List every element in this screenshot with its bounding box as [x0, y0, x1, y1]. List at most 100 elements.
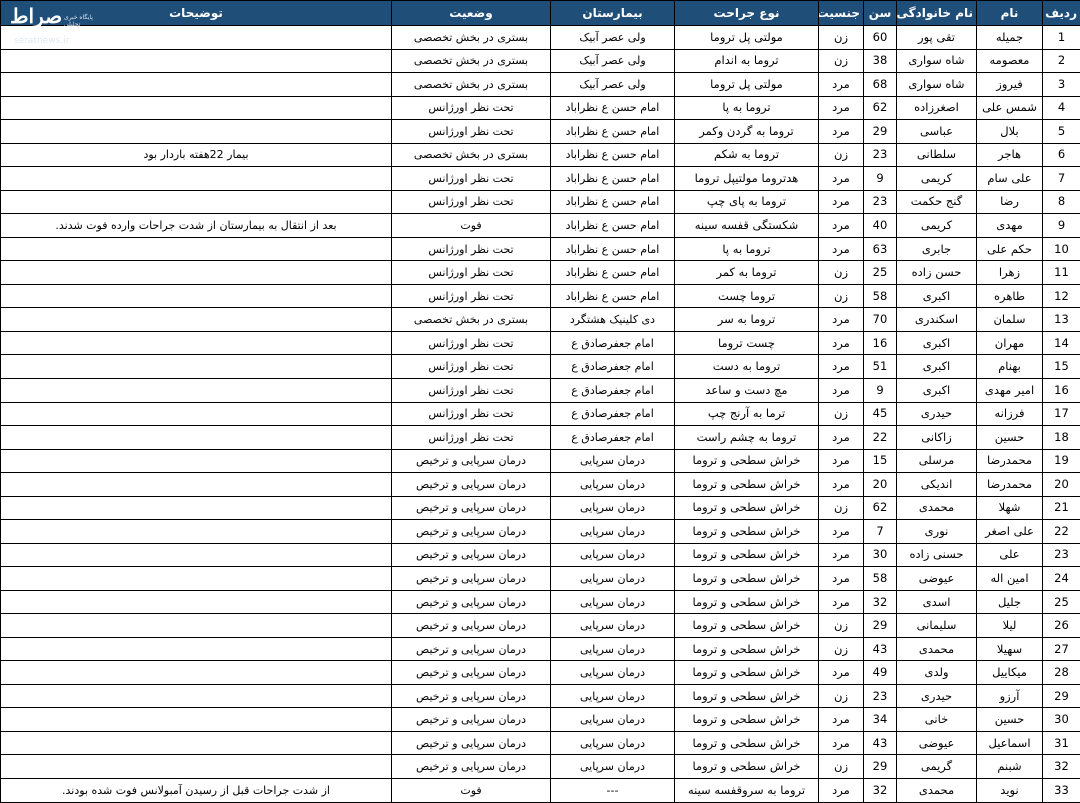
cell-hospital: درمان سرپایی: [550, 683, 675, 709]
cell-status: تحت نظر اورژانس: [391, 425, 551, 450]
cell-hospital: امام حسن ع نظراباد: [550, 236, 675, 262]
cell-row-number: 21: [1042, 495, 1080, 521]
table-row: 8 رضا گنج حکمت 23 مرد تروما به پای چپ امام حسن…: [0, 189, 1080, 215]
cell-injury-type: خراش سطحی و تروما: [674, 660, 819, 685]
cell-notes: [0, 283, 392, 309]
cell-hospital: درمان سرپایی: [550, 495, 675, 521]
cell-age: 23: [863, 142, 897, 168]
cell-status: تحت نظر اورژانس: [391, 377, 551, 403]
cell-last-name: عیوضی: [896, 566, 977, 591]
cell-notes: از شدت جراحات قبل از رسیدن آمبولانس فوت …: [0, 778, 392, 803]
table-row: 30 حسین خانی 34 مرد خراش سطحی و تروما درمان سر…: [0, 707, 1080, 732]
cell-gender: مرد: [818, 119, 864, 144]
cell-injury-type: خراش سطحی و تروما: [674, 754, 819, 779]
cell-gender: مرد: [818, 330, 864, 356]
cell-gender: مرد: [818, 189, 864, 215]
cell-gender: مرد: [818, 448, 864, 474]
table-row: 2 معصومه شاه سواری 38 زن تروما به اندام ولی عص…: [0, 48, 1080, 74]
cell-injury-type: خراش سطحی و تروما: [674, 730, 819, 756]
cell-hospital: درمان سرپایی: [550, 613, 675, 638]
cell-hospital: ولی عصر آبیک: [550, 48, 675, 74]
cell-gender: مرد: [818, 425, 864, 450]
cell-age: 34: [863, 707, 897, 732]
table-row: 24 امین اله عیوضی 58 مرد خراش سطحی و تروما درم…: [0, 566, 1080, 591]
cell-row-number: 14: [1042, 330, 1080, 356]
cell-notes: [0, 636, 392, 662]
cell-last-name: اسدی: [896, 589, 977, 615]
cell-row-number: 4: [1042, 95, 1080, 121]
cell-last-name: محمدی: [896, 636, 977, 662]
cell-row-number: 23: [1042, 542, 1080, 568]
cell-gender: زن: [818, 636, 864, 662]
cell-first-name: هاجر: [976, 142, 1043, 168]
cell-last-name: اصغرزاده: [896, 95, 977, 121]
cell-last-name: محمدی: [896, 495, 977, 521]
header-status: وضعیت: [391, 0, 551, 26]
cell-hospital: ولی عصر آبیک: [550, 25, 675, 50]
cell-hospital: امام حسن ع نظراباد: [550, 166, 675, 191]
cell-age: 62: [863, 495, 897, 521]
cell-notes: [0, 754, 392, 779]
cell-last-name: حیدری: [896, 683, 977, 709]
cell-age: 20: [863, 472, 897, 497]
cell-last-name: خانی: [896, 707, 977, 732]
cell-injury-type: تروما به پای چپ: [674, 189, 819, 215]
cell-gender: زن: [818, 48, 864, 74]
cell-gender: زن: [818, 283, 864, 309]
cell-row-number: 33: [1042, 778, 1080, 803]
cell-first-name: حسین: [976, 425, 1043, 450]
cell-notes: [0, 330, 392, 356]
cell-hospital: امام حسن ع نظراباد: [550, 119, 675, 144]
cell-first-name: سهیلا: [976, 636, 1043, 662]
cell-hospital: امام حسن ع نظراباد: [550, 260, 675, 285]
cell-age: 29: [863, 119, 897, 144]
cell-hospital: درمان سرپایی: [550, 730, 675, 756]
cell-notes: [0, 660, 392, 685]
cell-last-name: تقی پور: [896, 25, 977, 50]
cell-last-name: ولدی: [896, 660, 977, 685]
cell-injury-type: تروما به گردن وکمر: [674, 119, 819, 144]
cell-last-name: شاه سواری: [896, 48, 977, 74]
table-row: 7 علی سام کریمی 9 مرد هدتروما مولتیپل تروما ام…: [0, 166, 1080, 191]
cell-notes: [0, 72, 392, 97]
cell-age: 43: [863, 636, 897, 662]
cell-age: 58: [863, 566, 897, 591]
table-row: 6 هاجر سلطانی 23 زن تروما به شکم امام حسن ع نظ…: [0, 142, 1080, 168]
cell-last-name: محمدی: [896, 778, 977, 803]
table-row: 31 اسماعیل عیوضی 43 مرد خراش سطحی و تروما درما…: [0, 730, 1080, 756]
cell-notes: [0, 542, 392, 568]
cell-first-name: حسین: [976, 707, 1043, 732]
cell-last-name: مرسلی: [896, 448, 977, 474]
casualty-table: ردیف نام نام خانوادگی سن جنسیت نوع جراحت…: [0, 0, 1080, 803]
cell-status: درمان سرپایی و ترخیص: [391, 472, 551, 497]
cell-notes: [0, 566, 392, 591]
table-row: 17 فرزانه حیدری 45 زن ترما به آرنج چپ امام جعف…: [0, 401, 1080, 427]
cell-age: 45: [863, 401, 897, 427]
cell-age: 32: [863, 589, 897, 615]
cell-gender: زن: [818, 25, 864, 50]
cell-first-name: معصومه: [976, 48, 1043, 74]
cell-notes: [0, 707, 392, 732]
cell-last-name: عباسی: [896, 119, 977, 144]
cell-age: 63: [863, 236, 897, 262]
table-row: 11 زهرا حسن زاده 25 زن تروما به کمر امام حسن ع…: [0, 260, 1080, 285]
table-row: 33 نوید محمدی 32 مرد تروما به سروقفسه سینه ---…: [0, 778, 1080, 803]
cell-first-name: علی سام: [976, 166, 1043, 191]
cell-gender: مرد: [818, 377, 864, 403]
cell-injury-type: مولتی پل تروما: [674, 72, 819, 97]
cell-age: 43: [863, 730, 897, 756]
header-gender: جنسیت: [818, 0, 864, 26]
cell-last-name: اندیکی: [896, 472, 977, 497]
cell-row-number: 16: [1042, 377, 1080, 403]
cell-first-name: بلال: [976, 119, 1043, 144]
cell-first-name: فرزانه: [976, 401, 1043, 427]
cell-first-name: شهلا: [976, 495, 1043, 521]
cell-age: 25: [863, 260, 897, 285]
cell-age: 9: [863, 166, 897, 191]
table-row: 18 حسین زاکانی 22 مرد تروما به چشم راست امام ج…: [0, 425, 1080, 450]
table-row: 22 علی اصغر نوری 7 مرد خراش سطحی و تروما درمان…: [0, 519, 1080, 544]
cell-row-number: 20: [1042, 472, 1080, 497]
cell-first-name: لیلا: [976, 613, 1043, 638]
cell-row-number: 8: [1042, 189, 1080, 215]
cell-gender: زن: [818, 401, 864, 427]
